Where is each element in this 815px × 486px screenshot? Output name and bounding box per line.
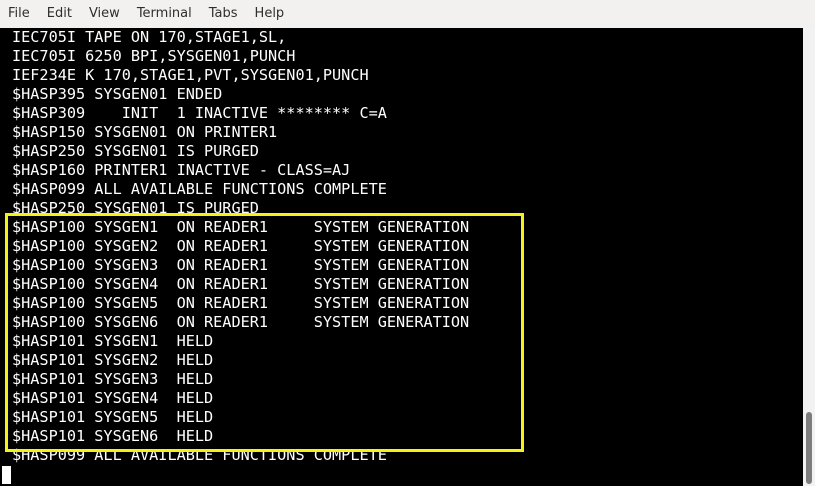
terminal-line: IEC705I 6250 BPI,SYSGEN01,PUNCH	[12, 47, 296, 65]
terminal-line: $HASP099 ALL AVAILABLE FUNCTIONS COMPLET…	[12, 446, 387, 464]
terminal-line: $HASP099 ALL AVAILABLE FUNCTIONS COMPLET…	[12, 180, 387, 198]
terminal-line: $HASP100 SYSGEN1 ON READER1 SYSTEM GENER…	[12, 218, 470, 236]
terminal-line: $HASP150 SYSGEN01 ON PRINTER1	[12, 123, 278, 141]
terminal-line: IEF234E K 170,STAGE1,PVT,SYSGEN01,PUNCH	[12, 66, 369, 84]
terminal-line: $HASP101 SYSGEN2 HELD	[12, 351, 214, 369]
terminal-line: IEC705I TAPE ON 170,STAGE1,SL,	[12, 28, 287, 46]
terminal-line: $HASP100 SYSGEN6 ON READER1 SYSTEM GENER…	[12, 313, 470, 331]
vertical-scrollbar[interactable]	[803, 28, 815, 486]
terminal-lines: IEC705I TAPE ON 170,STAGE1,SL, IEC705I 6…	[12, 28, 469, 465]
terminal-line: $HASP101 SYSGEN5 HELD	[12, 408, 214, 426]
text-cursor	[2, 466, 11, 484]
menu-view[interactable]: View	[81, 0, 129, 28]
terminal-line: $HASP100 SYSGEN4 ON READER1 SYSTEM GENER…	[12, 275, 470, 293]
menu-tabs[interactable]: Tabs	[201, 0, 247, 28]
terminal-line: $HASP101 SYSGEN4 HELD	[12, 389, 214, 407]
terminal-line: $HASP309 INIT 1 INACTIVE ******** C=A	[12, 104, 387, 122]
terminal-line: $HASP250 SYSGEN01 IS PURGED	[12, 199, 259, 217]
terminal-line: $HASP250 SYSGEN01 IS PURGED	[12, 142, 259, 160]
terminal-line: $HASP101 SYSGEN1 HELD	[12, 332, 214, 350]
terminal-line: $HASP101 SYSGEN3 HELD	[12, 370, 214, 388]
menu-edit[interactable]: Edit	[39, 0, 81, 28]
terminal-line: $HASP100 SYSGEN2 ON READER1 SYSTEM GENER…	[12, 237, 470, 255]
menu-bar: File Edit View Terminal Tabs Help	[0, 0, 815, 28]
terminal-line: $HASP395 SYSGEN01 ENDED	[12, 85, 223, 103]
menu-terminal[interactable]: Terminal	[129, 0, 201, 28]
terminal-output[interactable]: IEC705I TAPE ON 170,STAGE1,SL, IEC705I 6…	[0, 28, 803, 486]
menu-help[interactable]: Help	[247, 0, 294, 28]
terminal-line: $HASP100 SYSGEN5 ON READER1 SYSTEM GENER…	[12, 294, 470, 312]
menu-file[interactable]: File	[0, 0, 39, 28]
terminal-line: $HASP160 PRINTER1 INACTIVE - CLASS=AJ	[12, 161, 351, 179]
scrollbar-thumb[interactable]	[806, 412, 812, 484]
terminal-line: $HASP101 SYSGEN6 HELD	[12, 427, 214, 445]
terminal-line: $HASP100 SYSGEN3 ON READER1 SYSTEM GENER…	[12, 256, 470, 274]
